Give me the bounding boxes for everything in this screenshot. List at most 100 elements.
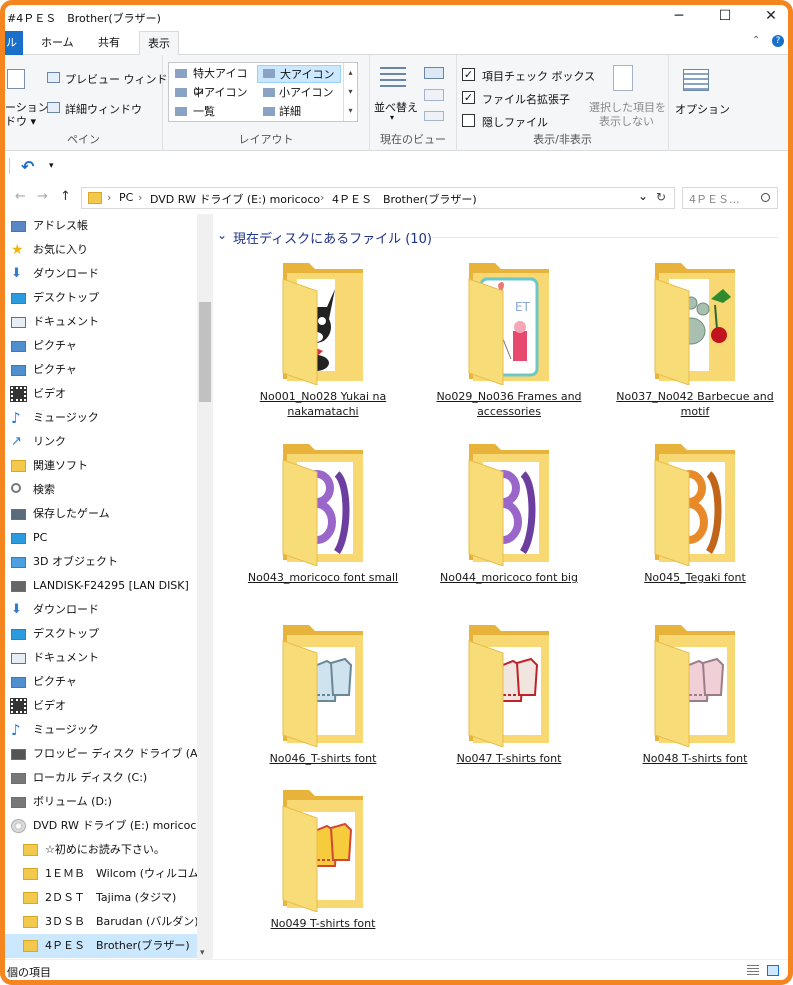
hide-selected-button[interactable]: 選択した項目を 表示しない [585, 61, 666, 128]
nav-item[interactable]: ⬇ ダウンロード [5, 262, 197, 286]
folder-item[interactable]: No045_Tegaki font [609, 440, 781, 610]
nav-item[interactable]: ボリューム (D:) [5, 790, 197, 814]
nav-item-label: ミュージック [33, 411, 99, 424]
size-columns-button[interactable] [424, 111, 444, 121]
collapse-ribbon-button[interactable]: ⌃ [752, 35, 760, 46]
details-view-icon[interactable] [747, 965, 759, 976]
address-sep-1: › [138, 191, 143, 204]
nav-item[interactable]: ♪ ミュージック [5, 718, 197, 742]
group-collapse-chevron[interactable]: ⌄ [217, 228, 227, 242]
nav-item[interactable]: ★ お気に入り [5, 238, 197, 262]
nav-item[interactable]: 2ＤＳＴ Tajima (タジマ) [5, 886, 197, 910]
nav-item[interactable]: ピクチャ [5, 670, 197, 694]
hidden-items-toggle[interactable]: 隠しファイル [462, 113, 582, 129]
navigation-pane-button[interactable]: ーション ドウ ▾ [5, 59, 49, 128]
refresh-button[interactable]: ↻ [656, 190, 666, 204]
nav-item[interactable]: ローカル ディスク (C:) [5, 766, 197, 790]
nav-item[interactable]: ビデオ [5, 382, 197, 406]
nav-item[interactable]: 関連ソフト [5, 454, 197, 478]
file-extensions-toggle[interactable]: ✓ ファイル名拡張子 [462, 90, 582, 106]
minimize-button[interactable]: ─ [656, 5, 702, 29]
file-extensions-label: ファイル名拡張子 [482, 93, 570, 106]
item-checkboxes-toggle[interactable]: ✓ 項目チェック ボックス [462, 67, 595, 83]
nav-item[interactable]: デスクトップ [5, 622, 197, 646]
address-history-dropdown[interactable]: ⌄ [638, 189, 648, 203]
maximize-button[interactable]: ☐ [702, 5, 748, 29]
folder-thumbnail-icon [279, 786, 367, 913]
folder-item[interactable]: No037_No042 Barbecue and motif [609, 259, 781, 429]
folder-item[interactable]: No048 T-shirts font [609, 621, 781, 791]
tab-file[interactable]: ル [5, 31, 23, 55]
star-icon: ★ [11, 242, 24, 258]
breadcrumb-dvd[interactable]: DVD RW ドライブ (E:) moricoco [150, 191, 320, 207]
navigation-scrollbar-thumb[interactable] [199, 302, 211, 402]
nav-item[interactable]: ドキュメント [5, 310, 197, 334]
up-button[interactable]: ↑ [60, 189, 71, 204]
cube-icon [11, 557, 26, 568]
back-button[interactable]: ← [15, 189, 26, 204]
scroll-down-arrow[interactable]: ▾ [200, 948, 205, 958]
folder-item[interactable]: No046_T-shirts font [237, 621, 409, 791]
navigation-pane: アドレス帳 ★ お気に入り ⬇ ダウンロード デスクトップ ドキュメント ピクチャ ピクチャ ビデ… [5, 214, 213, 959]
add-columns-button[interactable] [424, 89, 444, 101]
nav-item[interactable]: ⬇ ダウンロード [5, 598, 197, 622]
details-pane-button[interactable]: 詳細ウィンドウ [47, 99, 159, 117]
group-header[interactable]: 現在ディスクにあるファイル (10) [233, 228, 432, 247]
tab-view[interactable]: 表示 [139, 31, 179, 56]
preview-pane-button[interactable]: プレビュー ウィンドウ [47, 69, 179, 87]
forward-button[interactable]: → [37, 189, 48, 204]
show-hide-group-label: 表示/非表示 [533, 133, 592, 146]
nav-item[interactable]: デスクトップ [5, 286, 197, 310]
folder-item[interactable]: No047 T-shirts font [423, 621, 595, 791]
nav-item[interactable]: 3ＤＳＢ Barudan (バルダン) [5, 910, 199, 934]
nav-item[interactable]: フロッピー ディスク ドライブ (A:) [5, 742, 205, 766]
nav-item[interactable]: ↗ リンク [5, 430, 197, 454]
nav-item[interactable]: アドレス帳 [5, 214, 197, 238]
network-drive-icon [11, 581, 26, 592]
nav-item[interactable]: 1ＥＭＢ Wilcom (ウィルコム) [5, 862, 203, 886]
help-button[interactable]: ? [772, 35, 784, 47]
navigation-scrollbar[interactable]: ▾ [197, 214, 213, 959]
nav-item[interactable]: ドキュメント [5, 646, 197, 670]
folder-name: No046_T-shirts font [269, 752, 377, 765]
folder-item[interactable]: No043_moricoco font small [237, 440, 409, 610]
nav-item[interactable]: ☆初めにお読み下さい。 [5, 838, 197, 862]
sort-by-button[interactable]: 並べ替え ▾ [374, 63, 418, 122]
options-button[interactable]: オプション [673, 65, 730, 121]
nav-item[interactable]: 保存したゲーム [5, 502, 197, 526]
nav-item-label: 3D オブジェクト [33, 555, 118, 568]
folder-item[interactable]: ET No029_No036 Frames and accessories [423, 259, 595, 429]
contacts-icon [11, 221, 26, 232]
layout-scroll-arrows[interactable]: ▴ ▾ ▾ [343, 63, 357, 121]
floppy-icon [11, 749, 26, 760]
item-checkboxes-checkbox: ✓ [462, 68, 475, 81]
large-icons-view-icon[interactable] [767, 965, 779, 976]
nav-item[interactable]: ビデオ [5, 694, 197, 718]
folder-item[interactable]: No001_No028 Yukai na nakamatachi [237, 259, 409, 429]
nav-item[interactable]: ピクチャ [5, 358, 197, 382]
group-by-button[interactable] [424, 67, 444, 79]
tab-share[interactable]: 共有 [90, 31, 128, 55]
breadcrumb-current[interactable]: 4ＰＥＳ Brother(ブラザー) [332, 191, 477, 207]
folder-thumbnail-icon [651, 259, 739, 386]
nav-item[interactable]: ピクチャ [5, 334, 197, 358]
nav-item[interactable]: 4ＰＥＳ Brother(ブラザー) [5, 934, 197, 958]
folder-item[interactable]: No049 T-shirts font [237, 786, 409, 956]
show-hide-group: ✓ 項目チェック ボックス ✓ ファイル名拡張子 隠しファイル 選択した項目を … [457, 55, 669, 151]
svg-text:ET: ET [515, 300, 531, 314]
nav-item[interactable]: 検索 [5, 478, 197, 502]
search-box[interactable]: 4ＰＥＳ... [682, 187, 778, 209]
qat-customize-dropdown[interactable]: ▾ [49, 161, 54, 171]
close-button[interactable]: ✕ [748, 5, 788, 29]
pane-group: ーション ドウ ▾ プレビュー ウィンドウ 詳細ウィンドウ ペイン [5, 55, 179, 151]
nav-item[interactable]: LANDISK-F24295 [LAN DISK] [5, 574, 197, 598]
tab-home[interactable]: ホーム [33, 31, 82, 55]
nav-item[interactable]: DVD RW ドライブ (E:) moricoco [5, 814, 203, 838]
address-bar[interactable]: › PC › DVD RW ドライブ (E:) moricoco › 4ＰＥＳ … [81, 187, 675, 209]
folder-item[interactable]: No044_moricoco font big [423, 440, 595, 610]
nav-item[interactable]: ♪ ミュージック [5, 406, 197, 430]
nav-item[interactable]: 3D オブジェクト [5, 550, 197, 574]
breadcrumb-pc[interactable]: PC [119, 191, 133, 204]
undo-icon[interactable]: ↶ [21, 157, 34, 176]
nav-item[interactable]: PC [5, 526, 197, 550]
